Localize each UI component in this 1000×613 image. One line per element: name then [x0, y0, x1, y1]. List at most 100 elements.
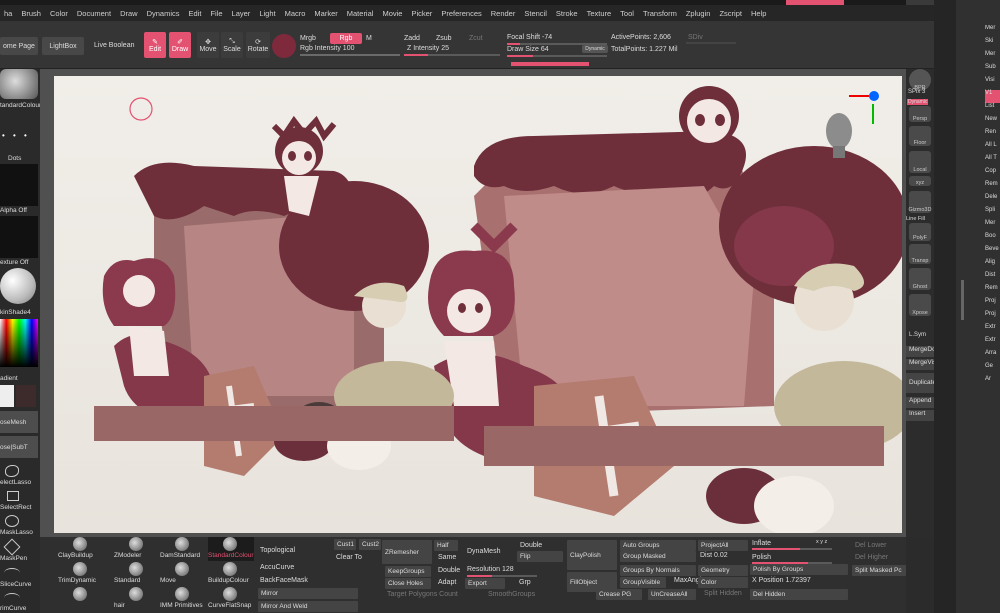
del-lower-button[interactable]: Del Lower — [855, 542, 887, 549]
draw-size-slider[interactable]: Draw Size 64 — [507, 46, 549, 53]
polish-by-groups-slider[interactable]: Polish By Groups — [750, 564, 848, 575]
same-button[interactable]: Same — [438, 554, 456, 561]
material-sphere[interactable] — [0, 268, 36, 304]
brush-slot[interactable]: ClayBuildup — [58, 537, 104, 561]
palette-item[interactable]: Mer — [985, 51, 1000, 64]
xyz-button[interactable]: xyz — [909, 176, 931, 186]
document-canvas[interactable] — [54, 76, 914, 536]
palette-item[interactable]: Ge — [985, 363, 1000, 376]
half-button[interactable]: Half — [434, 540, 458, 551]
dots-stroke-icon[interactable]: • • • — [2, 131, 36, 143]
menu-item[interactable]: Light — [259, 9, 275, 18]
brush-slot[interactable]: Move — [160, 562, 206, 586]
home-page-button[interactable]: ome Page — [0, 37, 38, 55]
auto-groups-button[interactable]: Auto Groups — [620, 540, 696, 551]
secondary-color[interactable] — [16, 385, 36, 407]
palette-item[interactable]: Cop — [985, 168, 1000, 181]
move-button[interactable]: ✥ Move — [197, 32, 219, 58]
texture-thumbnail[interactable] — [0, 216, 38, 258]
maskpen-icon[interactable] — [3, 538, 21, 556]
menu-item[interactable]: Document — [77, 9, 111, 18]
groups-by-normals-button[interactable]: Groups By Normals — [620, 565, 696, 576]
topological-button[interactable]: Topological — [260, 547, 295, 554]
ghost-button[interactable]: Ghost — [909, 268, 931, 290]
menu-item[interactable]: Draw — [120, 9, 138, 18]
closemesh-button[interactable]: oseMesh — [0, 411, 38, 433]
split-masked-button[interactable]: Split Masked Pc — [852, 565, 906, 576]
focal-shift-slider[interactable]: Focal Shift -74 — [507, 34, 552, 41]
menu-item[interactable]: Transform — [643, 9, 677, 18]
menu-item[interactable]: Tool — [620, 9, 634, 18]
closeholes-button[interactable]: Close Holes — [385, 578, 431, 589]
menu-item[interactable]: Macro — [285, 9, 306, 18]
menu-item[interactable]: Marker — [314, 9, 337, 18]
palette-item[interactable]: Mer — [985, 25, 1000, 38]
backfacemask-button[interactable]: BackFaceMask — [260, 577, 308, 584]
menu-item[interactable]: Preferences — [441, 9, 481, 18]
menu-item[interactable]: Render — [491, 9, 516, 18]
target-polygons-slider[interactable]: Target Polygons Count — [387, 591, 458, 598]
palette-item[interactable]: Rem — [985, 181, 1000, 194]
menu-item[interactable]: Edit — [189, 9, 202, 18]
close-subt-button[interactable]: ose|SubT — [0, 436, 38, 458]
menu-item[interactable]: Movie — [382, 9, 402, 18]
palette-item[interactable]: Dist — [985, 272, 1000, 285]
lightbox-button[interactable]: LightBox — [42, 37, 84, 55]
cust1-button[interactable]: Cust1 — [334, 539, 356, 550]
palette-item[interactable]: Ski — [985, 38, 1000, 51]
clear-to-button[interactable]: Clear To — [336, 554, 362, 561]
mirror-button[interactable]: Mirror — [258, 588, 358, 599]
menu-item[interactable]: Texture — [587, 9, 612, 18]
palette-item[interactable]: Extr — [985, 337, 1000, 350]
polish-slider[interactable]: Polish — [752, 554, 771, 561]
masklasso-icon[interactable] — [5, 515, 19, 527]
del-hidden-button[interactable]: Del Hidden — [750, 589, 848, 600]
mirror-and-weld-button[interactable]: Mirror And Weld — [258, 601, 358, 612]
menu-item[interactable]: Help — [751, 9, 766, 18]
palette-item[interactable]: Proj — [985, 311, 1000, 324]
rotate-button[interactable]: ⟳ Rotate — [246, 32, 270, 58]
split-hidden-button[interactable]: Split Hidden — [704, 590, 742, 597]
del-higher-button[interactable]: Del Higher — [855, 554, 888, 561]
xyz-axis-selector[interactable]: x y z — [816, 539, 827, 545]
menu-item[interactable]: Stroke — [556, 9, 578, 18]
dynamesh-button[interactable]: DynaMesh — [467, 548, 500, 555]
brush-slot[interactable]: hair — [114, 587, 160, 611]
menu-item[interactable]: Zplugin — [686, 9, 711, 18]
double-button[interactable]: Double — [438, 567, 460, 574]
brush-slot[interactable]: Standard — [114, 562, 160, 586]
dynamic-toggle-right[interactable]: Dynamic — [907, 99, 929, 105]
color-project-button[interactable]: Color — [698, 577, 748, 588]
brush-slot[interactable] — [58, 587, 104, 611]
palette-item[interactable]: Dele — [985, 194, 1000, 207]
palette-item[interactable]: V1 — [985, 90, 1000, 103]
accucurve-button[interactable]: AccuCurve — [260, 564, 294, 571]
zadd-button[interactable]: Zadd — [404, 35, 420, 42]
brush-slot[interactable]: DamStandard — [160, 537, 206, 561]
menu-item[interactable]: Dynamics — [147, 9, 180, 18]
transp-button[interactable]: Transp — [909, 244, 931, 264]
scale-button[interactable]: ⤡ Scale — [221, 32, 243, 58]
menu-item[interactable]: Picker — [411, 9, 432, 18]
palette-item[interactable]: Visi — [985, 77, 1000, 90]
palette-item[interactable]: All T — [985, 155, 1000, 168]
resolution-slider[interactable]: Resolution 128 — [467, 566, 514, 573]
slicecurve-icon[interactable] — [4, 568, 20, 578]
smoothgroups-slider[interactable]: SmoothGroups — [488, 591, 535, 598]
brush-slot[interactable]: TrimDynamic — [58, 562, 104, 586]
brush-thumbnail[interactable] — [0, 69, 38, 99]
palette-item[interactable]: Proj — [985, 298, 1000, 311]
menu-item[interactable]: Brush — [21, 9, 41, 18]
palette-item[interactable]: All L — [985, 142, 1000, 155]
selectlasso-icon[interactable] — [5, 465, 19, 477]
menu-item[interactable]: File — [210, 9, 222, 18]
rgb-intensity-slider[interactable]: Rgb Intensity 100 — [300, 45, 354, 52]
zsub-button[interactable]: Zsub — [436, 35, 452, 42]
selectrect-icon[interactable] — [7, 491, 19, 501]
menu-item[interactable]: Stencil — [524, 9, 547, 18]
draw-button[interactable]: ✐ Draw — [169, 32, 191, 58]
alpha-thumbnail[interactable] — [0, 164, 38, 206]
group-masked-button[interactable]: Group Masked — [620, 551, 696, 562]
local-button[interactable]: Local — [909, 151, 931, 173]
spix-slider[interactable]: SPix 3 — [908, 89, 925, 95]
